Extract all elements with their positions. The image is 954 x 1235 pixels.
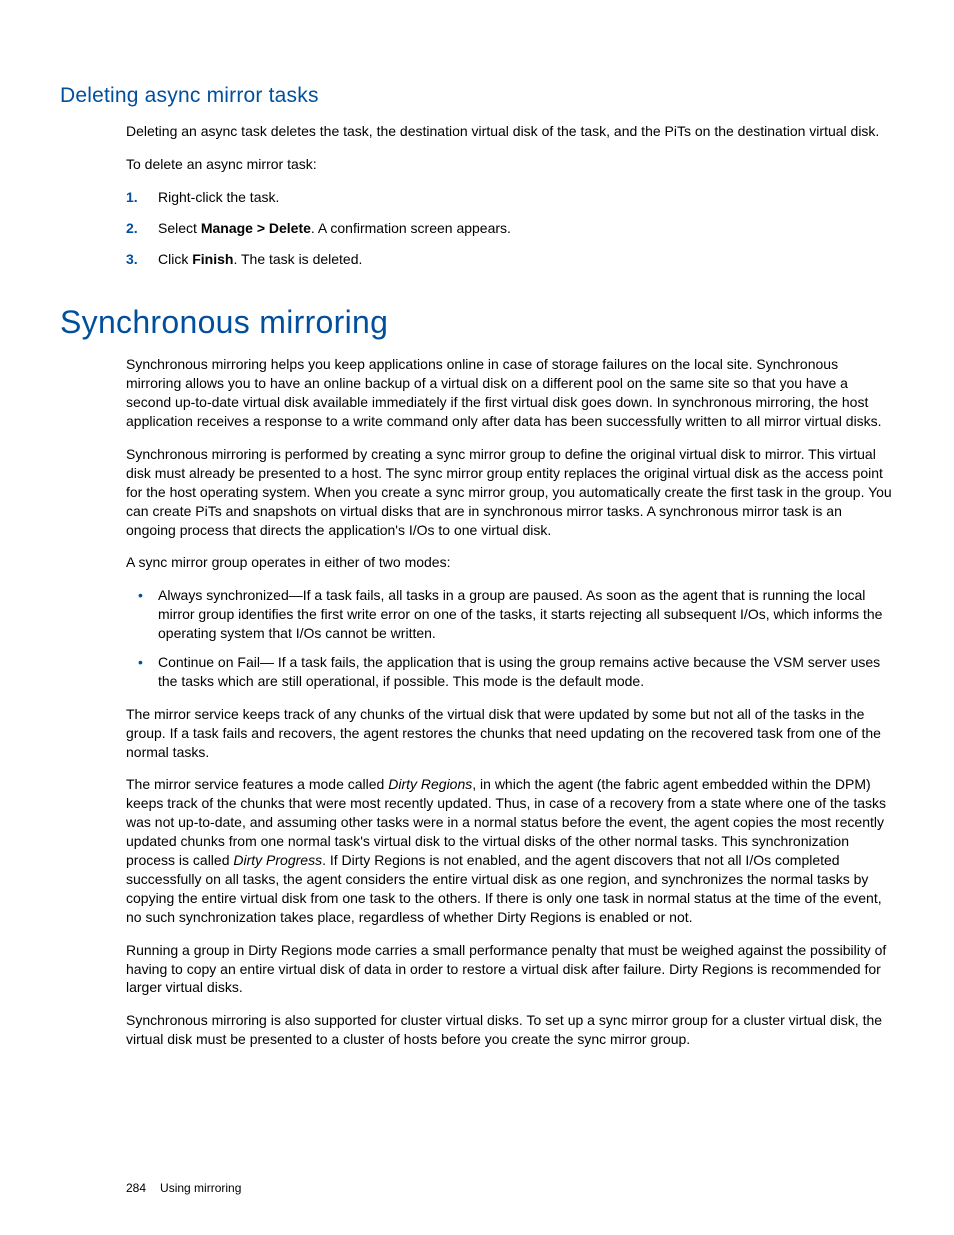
step-text: . The task is deleted. [233, 251, 362, 267]
ordered-steps: Right-click the task. Select Manage > De… [126, 188, 894, 269]
bullet-list: Always synchronized—If a task fails, all… [126, 586, 894, 690]
para: The mirror service features a mode calle… [126, 775, 894, 926]
para: A sync mirror group operates in either o… [126, 553, 894, 572]
step-item: Right-click the task. [148, 188, 894, 207]
bullet-item: Always synchronized—If a task fails, all… [148, 586, 894, 643]
section-sync-body: Synchronous mirroring helps you keep app… [126, 355, 894, 1049]
chapter-title: Using mirroring [160, 1181, 241, 1195]
page-footer: 284 Using mirroring [126, 1181, 241, 1195]
bullet-text: Always synchronized—If a task fails, all… [158, 587, 882, 641]
para: Deleting an async task deletes the task,… [126, 122, 894, 141]
step-item: Select Manage > Delete. A confirmation s… [148, 219, 894, 238]
bullet-item: Continue on Fail— If a task fails, the a… [148, 653, 894, 691]
para: The mirror service keeps track of any ch… [126, 705, 894, 762]
para: Synchronous mirroring is also supported … [126, 1011, 894, 1049]
step-bold: Manage > Delete [201, 220, 311, 236]
step-bold: Finish [192, 251, 233, 267]
para-italic: Dirty Progress [233, 852, 322, 868]
page-number: 284 [126, 1181, 146, 1195]
bullet-text: Continue on Fail— If a task fails, the a… [158, 654, 880, 689]
heading-sync-mirroring: Synchronous mirroring [60, 304, 894, 341]
step-item: Click Finish. The task is deleted. [148, 250, 894, 269]
heading-deleting-async: Deleting async mirror tasks [60, 84, 894, 108]
para: Synchronous mirroring is performed by cr… [126, 445, 894, 539]
step-text: . A confirmation screen appears. [311, 220, 511, 236]
page-content: Deleting async mirror tasks Deleting an … [0, 0, 954, 1049]
para-italic: Dirty Regions [388, 776, 472, 792]
para: Synchronous mirroring helps you keep app… [126, 355, 894, 431]
para: To delete an async mirror task: [126, 155, 894, 174]
step-text: Select [158, 220, 201, 236]
para: Running a group in Dirty Regions mode ca… [126, 941, 894, 998]
step-text: Click [158, 251, 192, 267]
para-text: The mirror service features a mode calle… [126, 776, 388, 792]
step-text: Right-click the task. [158, 189, 279, 205]
section-deleting-body: Deleting an async task deletes the task,… [126, 122, 894, 268]
